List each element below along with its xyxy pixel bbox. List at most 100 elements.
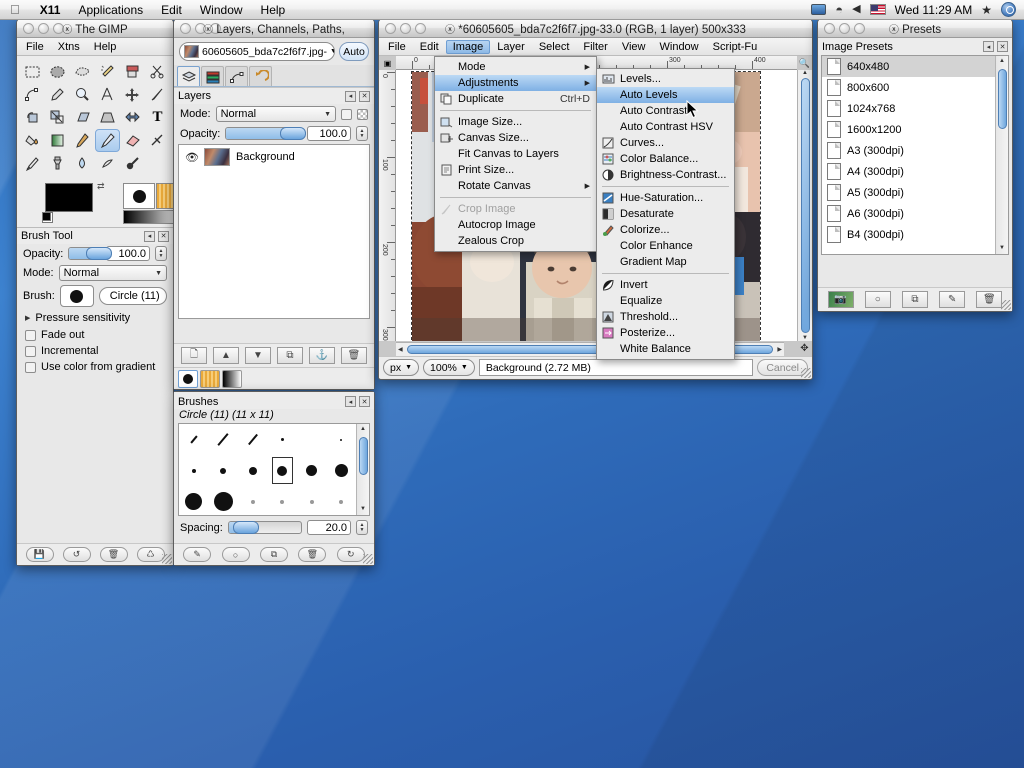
- menubar-item-help[interactable]: Help: [252, 1, 295, 19]
- scroll-up-icon[interactable]: ▲: [360, 424, 366, 435]
- duplicate-preset-button[interactable]: ⧉: [902, 291, 928, 308]
- clone-tool[interactable]: [45, 152, 70, 175]
- list-item[interactable]: 640x480: [822, 56, 995, 77]
- layers-tab[interactable]: [177, 66, 200, 86]
- list-item[interactable]: [209, 455, 239, 486]
- layers-menu-button[interactable]: ◂: [345, 91, 356, 102]
- list-item[interactable]: [268, 424, 298, 455]
- zoom-button[interactable]: [210, 23, 221, 34]
- menu-item-autocrop-image[interactable]: Autocrop Image: [435, 217, 596, 233]
- opacity-slider[interactable]: [68, 247, 101, 260]
- menu-item-color-balance[interactable]: Color Balance...: [597, 151, 734, 167]
- rect-select-tool[interactable]: [20, 60, 45, 83]
- layer-opacity-stepper[interactable]: ▲▼: [356, 126, 368, 141]
- incremental-row[interactable]: Incremental: [17, 343, 173, 359]
- auto-follow-button[interactable]: Auto: [339, 42, 369, 61]
- layer-visibility-icon[interactable]: 👁: [185, 151, 198, 164]
- list-item[interactable]: [209, 424, 239, 455]
- menu-item-auto-levels[interactable]: Auto Levels: [597, 87, 734, 103]
- edit-brush-button[interactable]: ✎: [183, 547, 211, 562]
- ink-tool[interactable]: [20, 152, 45, 175]
- mode-dropdown[interactable]: Normal ▼: [59, 265, 167, 281]
- eraser-tool[interactable]: [120, 129, 145, 152]
- list-item[interactable]: [238, 424, 268, 455]
- brush-preview-button[interactable]: [60, 285, 94, 307]
- vertical-scrollbar[interactable]: ▲ ▼: [797, 70, 812, 341]
- delete-preset-button[interactable]: 🗑: [976, 291, 1002, 308]
- list-item[interactable]: [179, 486, 209, 516]
- pressure-sensitivity-expander[interactable]: ▶ Pressure sensitivity: [17, 309, 173, 327]
- save-options-button[interactable]: 💾: [26, 547, 54, 562]
- list-item[interactable]: A5 (300dpi): [822, 182, 995, 203]
- color-picker-tool[interactable]: [45, 83, 70, 106]
- image-menu-image[interactable]: Image: [446, 40, 491, 54]
- anchor-layer-button[interactable]: ⚓: [309, 347, 335, 364]
- image-dropdown-menu[interactable]: Mode ▶ Adjustments ▶ Duplicate Ctrl+D Im…: [434, 56, 597, 252]
- menu-item-brightness-contrast[interactable]: Brightness-Contrast...: [597, 167, 734, 183]
- minimize-button[interactable]: [400, 23, 411, 34]
- menubar-item-applications[interactable]: Applications: [69, 1, 152, 19]
- toolbox-titlebar[interactable]: ⓧ The GIMP: [17, 19, 173, 38]
- menu-item-canvas-size[interactable]: Canvas Size...: [435, 130, 596, 146]
- brushes-menu-button[interactable]: ◂: [345, 396, 356, 407]
- menu-item-duplicate[interactable]: Duplicate Ctrl+D: [435, 91, 596, 107]
- image-menu-script-fu[interactable]: Script-Fu: [706, 40, 765, 54]
- scroll-down-icon[interactable]: ▼: [360, 504, 366, 515]
- new-preset-button[interactable]: ○: [865, 291, 891, 308]
- layers-titlebar[interactable]: ⓧ Layers, Channels, Paths,: [174, 19, 374, 38]
- list-item[interactable]: [268, 486, 298, 516]
- table-row[interactable]: 👁 Background: [179, 145, 369, 169]
- zoom-button[interactable]: [415, 23, 426, 34]
- close-button[interactable]: [23, 23, 34, 34]
- list-item[interactable]: [327, 486, 357, 516]
- swap-colors-icon[interactable]: ⇄: [97, 181, 105, 192]
- spacing-slider[interactable]: [228, 521, 302, 534]
- minimize-button[interactable]: [195, 23, 206, 34]
- pattern-indicator-button[interactable]: [200, 370, 220, 388]
- brushes-resize-grip[interactable]: [363, 554, 373, 564]
- menu-item-rotate-canvas[interactable]: Rotate Canvas ▶: [435, 178, 596, 194]
- blur-smudge-tool[interactable]: [70, 152, 95, 175]
- blend-tool[interactable]: [45, 129, 70, 152]
- tool-options-menu-button[interactable]: ◂: [144, 231, 155, 242]
- list-item[interactable]: [238, 455, 268, 486]
- zoom-button[interactable]: [854, 23, 865, 34]
- reset-colors-icon[interactable]: [42, 212, 53, 223]
- reset-options-button[interactable]: ♺: [137, 547, 165, 562]
- volume-icon[interactable]: ◀: [852, 4, 860, 15]
- layer-list[interactable]: 👁 Background: [178, 144, 370, 319]
- create-image-button[interactable]: 📷: [828, 291, 854, 308]
- menu-item-equalize[interactable]: Equalize: [597, 293, 734, 309]
- menu-item-desaturate[interactable]: Desaturate: [597, 206, 734, 222]
- scroll-up-icon[interactable]: ▲: [800, 70, 810, 76]
- list-item[interactable]: [327, 455, 357, 486]
- minimize-button[interactable]: [839, 23, 850, 34]
- list-item[interactable]: [297, 455, 327, 486]
- toolbox-menu-xtns[interactable]: Xtns: [51, 40, 87, 54]
- menu-item-color-enhance[interactable]: Color Enhance: [597, 238, 734, 254]
- image-menu-select[interactable]: Select: [532, 40, 577, 54]
- list-item[interactable]: [297, 486, 327, 516]
- opacity-value[interactable]: 100.0: [106, 246, 150, 261]
- unit-dropdown[interactable]: px ▼: [383, 359, 419, 376]
- menu-item-fit-canvas-to-layers[interactable]: Fit Canvas to Layers: [435, 146, 596, 162]
- fade-out-checkbox[interactable]: [25, 330, 36, 341]
- ellipse-select-tool[interactable]: [45, 60, 70, 83]
- duplicate-layer-button[interactable]: ⧉: [277, 347, 303, 364]
- zoom-dropdown[interactable]: 100% ▼: [423, 359, 475, 376]
- zoom-tool[interactable]: [70, 83, 95, 106]
- presets-menu-button[interactable]: ◂: [983, 41, 994, 52]
- list-item[interactable]: 1024x768: [822, 98, 995, 119]
- presets-scrollbar[interactable]: ▲ ▼: [995, 56, 1008, 254]
- presets-close-button[interactable]: ✕: [997, 41, 1008, 52]
- list-item[interactable]: [179, 455, 209, 486]
- delete-options-button[interactable]: 🗑: [100, 547, 128, 562]
- layer-opacity-slider[interactable]: [225, 127, 302, 140]
- vertical-ruler[interactable]: 0 100 200 300: [379, 70, 396, 341]
- zoom-button[interactable]: [53, 23, 64, 34]
- list-item[interactable]: [179, 424, 209, 455]
- refresh-brushes-button[interactable]: ↻: [337, 547, 365, 562]
- menu-item-white-balance[interactable]: White Balance: [597, 341, 734, 357]
- new-brush-button[interactable]: ○: [222, 547, 250, 562]
- layer-opacity-value[interactable]: 100.0: [307, 126, 351, 141]
